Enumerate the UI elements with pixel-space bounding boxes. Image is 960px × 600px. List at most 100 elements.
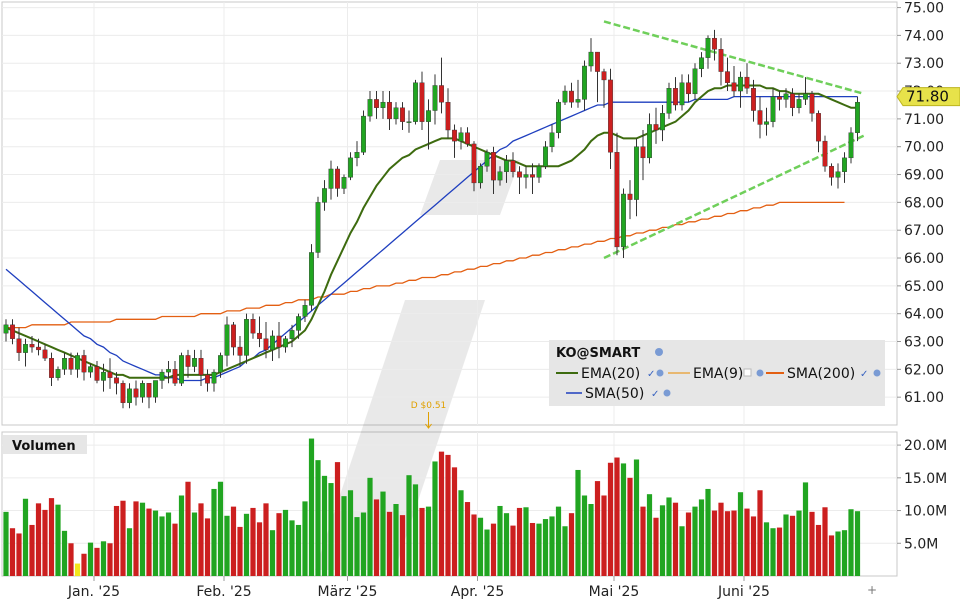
sma200-settings-icon[interactable] [873, 369, 881, 377]
candle [822, 135, 828, 172]
candle-body [263, 338, 269, 351]
candle-body [673, 88, 678, 106]
candle-body [543, 146, 548, 167]
volume-bar [432, 461, 438, 576]
candle-body [497, 171, 503, 181]
volume-bar [555, 506, 562, 576]
candle-body [322, 188, 327, 203]
volume-bar [100, 541, 107, 576]
candle-body [770, 96, 776, 122]
volume-bar [237, 526, 243, 576]
candle [413, 79, 418, 125]
candle-body [179, 355, 184, 384]
candle-body [270, 335, 275, 351]
candle-body [172, 369, 178, 384]
volume-bar [750, 516, 757, 576]
candle-body [120, 383, 126, 403]
candle-body [608, 79, 613, 153]
candle-body [627, 193, 633, 200]
candle [666, 82, 672, 119]
volume-bar [822, 507, 828, 576]
volume-bar [464, 502, 471, 576]
volume-bar [328, 483, 334, 576]
volume-bar [731, 510, 737, 576]
volume-bar [48, 498, 55, 576]
volume-bar [35, 503, 42, 576]
ema20-check-icon[interactable]: ✓ [647, 369, 655, 380]
volume-bar [126, 528, 133, 576]
volume-bar [16, 533, 22, 576]
candle-body [822, 140, 828, 167]
candle-body [29, 344, 35, 348]
volume-bar [445, 454, 451, 576]
symbol-settings-icon[interactable] [655, 348, 663, 356]
volume-bar [74, 563, 81, 576]
volume-bar [640, 506, 646, 576]
volume-bar [510, 525, 516, 576]
candle-body [16, 338, 22, 353]
volume-bar [68, 543, 74, 576]
ema20-settings-icon[interactable] [656, 369, 664, 377]
candle-body [114, 377, 119, 384]
candle-body [731, 82, 737, 92]
ema9-checkbox-icon[interactable] [743, 368, 752, 377]
price-tick-label: 68.00 [904, 195, 944, 211]
candle-body [439, 85, 444, 103]
candle [309, 244, 314, 311]
candle-body [595, 51, 600, 72]
candle-body [75, 355, 80, 370]
legend-ema9-label[interactable]: EMA(9) [693, 366, 743, 382]
volume-bar [685, 512, 692, 576]
time-tick-label: März '25 [318, 584, 378, 600]
candle-body [510, 160, 516, 172]
volume-bar [386, 511, 393, 576]
sma50-settings-icon[interactable] [663, 389, 671, 397]
volume-bar [289, 520, 295, 576]
candle-body [777, 96, 782, 100]
candle-body [647, 124, 652, 159]
volume-bar [406, 475, 412, 576]
candle-body [146, 383, 152, 398]
volume-tick-label: 20.0M [904, 438, 947, 454]
candle-body [400, 107, 405, 122]
candle-body [94, 366, 100, 381]
volume-bar [347, 490, 354, 576]
volume-bar [796, 510, 802, 576]
ema9-settings-icon[interactable] [756, 369, 764, 377]
expand-plus-icon[interactable]: + [867, 583, 877, 597]
candle [315, 196, 321, 259]
volume-bar [198, 503, 204, 576]
volume-bar [419, 507, 425, 576]
volume-bar [425, 506, 432, 576]
volume-bar [776, 527, 783, 576]
candle-body [718, 49, 724, 72]
price-tick-label: 71.00 [904, 112, 944, 128]
sma50-check-icon[interactable]: ✓ [651, 389, 659, 400]
volume-bar [295, 524, 302, 576]
legend-ema20-label[interactable]: EMA(20) [581, 366, 640, 382]
legend-sma200-label[interactable]: SMA(200) [787, 366, 855, 382]
candle-body [660, 113, 665, 131]
candle [556, 99, 561, 139]
candle-body [406, 121, 412, 123]
price-tick-label: 64.00 [904, 307, 944, 323]
candle-body [705, 37, 711, 58]
candle-body [42, 349, 48, 359]
candle-body [504, 160, 509, 172]
candle-body [335, 168, 340, 189]
candle-body [640, 146, 646, 159]
volume-bar [282, 509, 289, 576]
sma200-check-icon[interactable]: ✓ [860, 369, 868, 380]
legend-sma50-label[interactable]: SMA(50) [585, 386, 644, 402]
candle-body [289, 330, 295, 339]
volume-bar [711, 510, 718, 576]
volume-bar [490, 523, 497, 576]
price-tick-label: 65.00 [904, 279, 944, 295]
price-tick-label: 73.00 [904, 56, 944, 72]
candle-body [842, 157, 847, 172]
volume-bar [718, 502, 724, 576]
price-tick-label: 61.00 [904, 390, 944, 406]
candle-body [224, 324, 230, 356]
volume-bar [146, 508, 152, 576]
candle-body [699, 57, 704, 69]
